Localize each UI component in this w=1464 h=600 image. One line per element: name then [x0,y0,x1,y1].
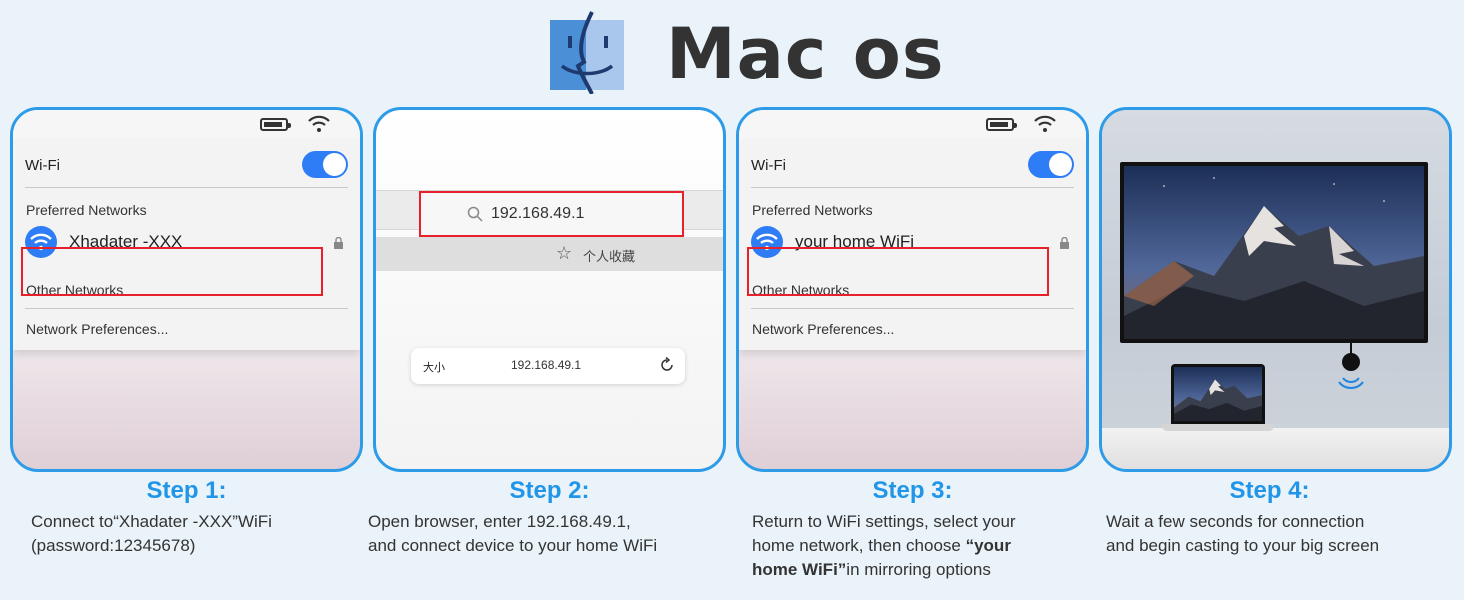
step4-description: Wait a few seconds for connection and be… [1106,510,1451,558]
step3-line2-text: home network, then choose [752,536,961,555]
highlight-box [747,247,1049,296]
search-icon [467,206,483,222]
wifi-toggle[interactable] [1028,151,1074,178]
favorites-label[interactable]: 个人收藏 [583,246,635,265]
network-preferences-item[interactable]: Network Preferences... [752,321,894,337]
wifi-menu: Wi-Fi Preferred Networks Xhadater -XXX O… [13,140,360,350]
step2-title: Step 2: [509,477,590,504]
text-size-button[interactable]: 大小 [423,359,445,375]
network-preferences-item[interactable]: Network Preferences... [26,321,168,337]
tv-stand [1102,428,1449,469]
step3-panel: Wi-Fi Preferred Networks your home WiFi … [736,107,1089,472]
step3-title: Step 3: [872,477,953,504]
wifi-menu: Wi-Fi Preferred Networks your home WiFi … [739,140,1086,350]
step2-line1: Open browser, enter 192.168.49.1, [368,512,631,531]
menubar [739,110,1086,140]
step2-description: Open browser, enter 192.168.49.1, and co… [368,510,728,558]
laptop [1162,364,1274,432]
step4-line2: and begin casting to your big screen [1106,536,1380,555]
address-text: 192.168.49.1 [491,205,585,222]
step4-title: Step 4: [1229,477,1310,504]
step3-line3-bold: home WiFi” [752,560,847,579]
preferred-networks-label: Preferred Networks [26,202,147,218]
step3-line3-text: in mirroring options [846,560,991,579]
menubar [13,110,360,140]
header: Mac os [0,0,1464,100]
step3-line1: Return to WiFi settings, select your [752,512,1016,531]
step1-description: Connect to“Xhadater -XXX”WiFi (password:… [31,510,361,558]
highlight-box [21,247,323,296]
bookmark-bar: ☆ 个人收藏 [376,237,723,271]
step3-line3: home WiFi”in mirroring options [752,558,1082,582]
step2-line2: and connect device to your home WiFi [368,536,658,555]
mountain-image [1124,166,1424,339]
wifi-label: Wi-Fi [25,157,60,174]
divider [751,308,1074,309]
step3-line2-bold: “your [965,536,1011,555]
url-pill[interactable]: 大小 192.168.49.1 [411,348,685,384]
step3-description: Return to WiFi settings, select your hom… [752,510,1082,582]
url-text: 192.168.49.1 [511,358,582,372]
wifi-toggle[interactable] [302,151,348,178]
laptop-screen [1171,364,1265,424]
reload-icon[interactable] [659,357,675,373]
preferred-networks-label: Preferred Networks [752,202,873,218]
step1-title: Step 1: [146,477,227,504]
hdmi-dongle-icon [1338,342,1364,389]
step3-line2: home network, then choose “your [752,534,1082,558]
step2-panel: 192.168.49.1 ☆ 个人收藏 大小 192.168.49.1 [373,107,726,472]
step1-line2: (password:12345678) [31,536,196,555]
page-title: Mac os [666,13,945,95]
lock-icon [334,237,343,249]
divider [25,187,348,188]
wifi-label: Wi-Fi [751,157,786,174]
divider [751,187,1074,188]
star-icon[interactable]: ☆ [556,243,572,264]
step4-line1: Wait a few seconds for connection [1106,512,1365,531]
battery-icon [986,118,1017,131]
wifi-icon[interactable] [308,115,330,133]
divider [25,308,348,309]
finder-face-icon [550,11,624,94]
laptop-base [1162,424,1274,431]
address-bar[interactable]: 192.168.49.1 [419,191,684,237]
step1-line1: Connect to“Xhadater -XXX”WiFi [31,512,272,531]
step1-panel: Wi-Fi Preferred Networks Xhadater -XXX O… [10,107,363,472]
wifi-icon[interactable] [1034,115,1056,133]
lock-icon [1060,237,1069,249]
tv [1120,162,1428,343]
mountain-image [1174,367,1262,421]
battery-icon [260,118,291,131]
step4-panel [1099,107,1452,472]
